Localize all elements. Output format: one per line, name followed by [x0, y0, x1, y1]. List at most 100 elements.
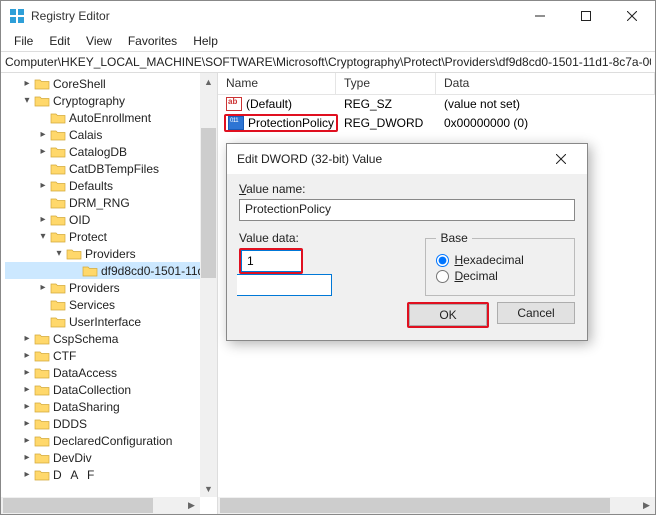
- tree-item[interactable]: ▸D A F: [5, 466, 217, 483]
- scroll-down-icon[interactable]: ▼: [200, 480, 217, 497]
- folder-icon: [34, 417, 50, 431]
- expand-toggle-icon[interactable]: ▸: [21, 367, 33, 378]
- tree-item[interactable]: ▾Protect: [5, 228, 217, 245]
- folder-icon: [50, 315, 66, 329]
- tree-item[interactable]: ▸ Providers: [5, 279, 217, 296]
- value-name-field[interactable]: ProtectionPolicy: [239, 199, 575, 221]
- tree-item[interactable]: Services: [5, 296, 217, 313]
- ok-button[interactable]: OK: [409, 304, 487, 326]
- decimal-radio[interactable]: [436, 270, 449, 283]
- tree-item[interactable]: ▸DevDiv: [5, 449, 217, 466]
- tree-item[interactable]: ▸ CspSchema: [5, 330, 217, 347]
- tree-item[interactable]: UserInterface: [5, 313, 217, 330]
- tree-item[interactable]: ▸Defaults: [5, 177, 217, 194]
- column-type[interactable]: Type: [336, 73, 436, 94]
- expand-toggle-icon[interactable]: ▾: [53, 248, 65, 259]
- maximize-button[interactable]: [563, 1, 609, 31]
- tree-item-label: Calais: [69, 128, 102, 142]
- expand-toggle-icon[interactable]: ▸: [21, 401, 33, 412]
- expand-toggle-icon[interactable]: ▸: [37, 180, 49, 191]
- close-button[interactable]: [609, 1, 655, 31]
- scroll-right-icon[interactable]: ▶: [638, 497, 655, 514]
- tree-item[interactable]: ▾ Providers: [5, 245, 217, 262]
- folder-icon: [34, 400, 50, 414]
- tree-vertical-scrollbar[interactable]: ▲ ▼: [200, 73, 217, 497]
- value-data-input[interactable]: [241, 250, 301, 272]
- column-data[interactable]: Data: [436, 73, 655, 94]
- folder-icon: [66, 247, 82, 261]
- decimal-label[interactable]: Decimal: [454, 269, 497, 283]
- expand-toggle-icon[interactable]: ▸: [21, 452, 33, 463]
- address-input[interactable]: [5, 55, 651, 69]
- expand-toggle-icon[interactable]: ▸: [21, 418, 33, 429]
- list-horizontal-scrollbar[interactable]: ◀ ▶: [218, 497, 655, 514]
- expand-toggle-icon[interactable]: ▸: [21, 435, 33, 446]
- folder-icon: [82, 264, 98, 278]
- hexadecimal-radio[interactable]: [436, 254, 449, 267]
- value-type: REG_DWORD: [336, 116, 436, 130]
- folder-icon: [50, 128, 66, 142]
- tree-item-label: CspSchema: [53, 332, 118, 346]
- tree-item-label: DataSharing: [53, 400, 120, 414]
- menu-file[interactable]: File: [7, 32, 40, 50]
- tree-item[interactable]: ▸ DataSharing: [5, 398, 217, 415]
- scrollbar-thumb[interactable]: [3, 498, 153, 513]
- tree-item[interactable]: ▸CoreShell: [5, 75, 217, 92]
- tree-item[interactable]: ▾Cryptography: [5, 92, 217, 109]
- list-row[interactable]: (Default) REG_SZ (value not set): [218, 95, 655, 113]
- expand-toggle-icon[interactable]: ▾: [37, 231, 49, 242]
- tree-item-label: Providers: [85, 247, 136, 261]
- tree-item-label: CTF: [53, 349, 76, 363]
- dialog-title-bar[interactable]: Edit DWORD (32-bit) Value: [227, 144, 587, 174]
- tree-item[interactable]: AutoEnrollment: [5, 109, 217, 126]
- scroll-up-icon[interactable]: ▲: [200, 73, 217, 90]
- address-bar: [1, 51, 655, 73]
- folder-icon: [50, 213, 66, 227]
- tree-horizontal-scrollbar[interactable]: ◀ ▶: [1, 497, 200, 514]
- tree-item-label: AutoEnrollment: [69, 111, 151, 125]
- value-data: (value not set): [436, 97, 655, 111]
- tree-item[interactable]: CatDBTempFiles: [5, 160, 217, 177]
- expand-toggle-icon[interactable]: ▸: [37, 146, 49, 157]
- hexadecimal-label[interactable]: Hexadecimal: [454, 253, 523, 267]
- scroll-right-icon[interactable]: ▶: [183, 497, 200, 514]
- tree-item[interactable]: DRM_RNG: [5, 194, 217, 211]
- tree-item[interactable]: ▸ Calais: [5, 126, 217, 143]
- tree-item[interactable]: ▸ CTF: [5, 347, 217, 364]
- list-row[interactable]: ProtectionPolicy REG_DWORD 0x00000000 (0…: [218, 114, 655, 132]
- tree-view[interactable]: ▸CoreShell▾CryptographyAutoEnrollment▸Ca…: [1, 73, 218, 514]
- tree-item-label: Providers: [69, 281, 120, 295]
- value-data-input-right[interactable]: [237, 274, 332, 296]
- menu-favorites[interactable]: Favorites: [121, 32, 184, 50]
- expand-toggle-icon[interactable]: ▸: [21, 384, 33, 395]
- cancel-button[interactable]: Cancel: [497, 302, 575, 324]
- folder-icon: [34, 451, 50, 465]
- tree-item[interactable]: ▸OID: [5, 211, 217, 228]
- expand-toggle-icon[interactable]: ▸: [37, 282, 49, 293]
- minimize-button[interactable]: [517, 1, 563, 31]
- tree-item-label: D A F: [53, 468, 97, 482]
- tree-item[interactable]: ▸DataCollection: [5, 381, 217, 398]
- expand-toggle-icon[interactable]: ▾: [21, 95, 33, 106]
- string-value-icon: [226, 97, 242, 111]
- tree-item[interactable]: ▸CatalogDB: [5, 143, 217, 160]
- scrollbar-thumb[interactable]: [201, 128, 216, 278]
- column-name[interactable]: Name: [218, 73, 336, 94]
- expand-toggle-icon[interactable]: ▸: [37, 129, 49, 140]
- tree-item[interactable]: df9d8cd0-1501-11d1-: [5, 262, 217, 279]
- expand-toggle-icon[interactable]: ▸: [37, 214, 49, 225]
- menu-help[interactable]: Help: [186, 32, 225, 50]
- window-title: Registry Editor: [31, 9, 517, 23]
- menu-edit[interactable]: Edit: [42, 32, 77, 50]
- expand-toggle-icon[interactable]: ▸: [21, 333, 33, 344]
- expand-toggle-icon[interactable]: ▸: [21, 78, 33, 89]
- tree-item[interactable]: ▸DDDS: [5, 415, 217, 432]
- tree-item[interactable]: ▸DataAccess: [5, 364, 217, 381]
- scrollbar-thumb[interactable]: [220, 498, 610, 513]
- dialog-close-button[interactable]: [545, 145, 577, 173]
- menu-view[interactable]: View: [79, 32, 119, 50]
- folder-icon: [50, 281, 66, 295]
- tree-item[interactable]: ▸DeclaredConfiguration: [5, 432, 217, 449]
- expand-toggle-icon[interactable]: ▸: [21, 350, 33, 361]
- folder-icon: [50, 230, 66, 244]
